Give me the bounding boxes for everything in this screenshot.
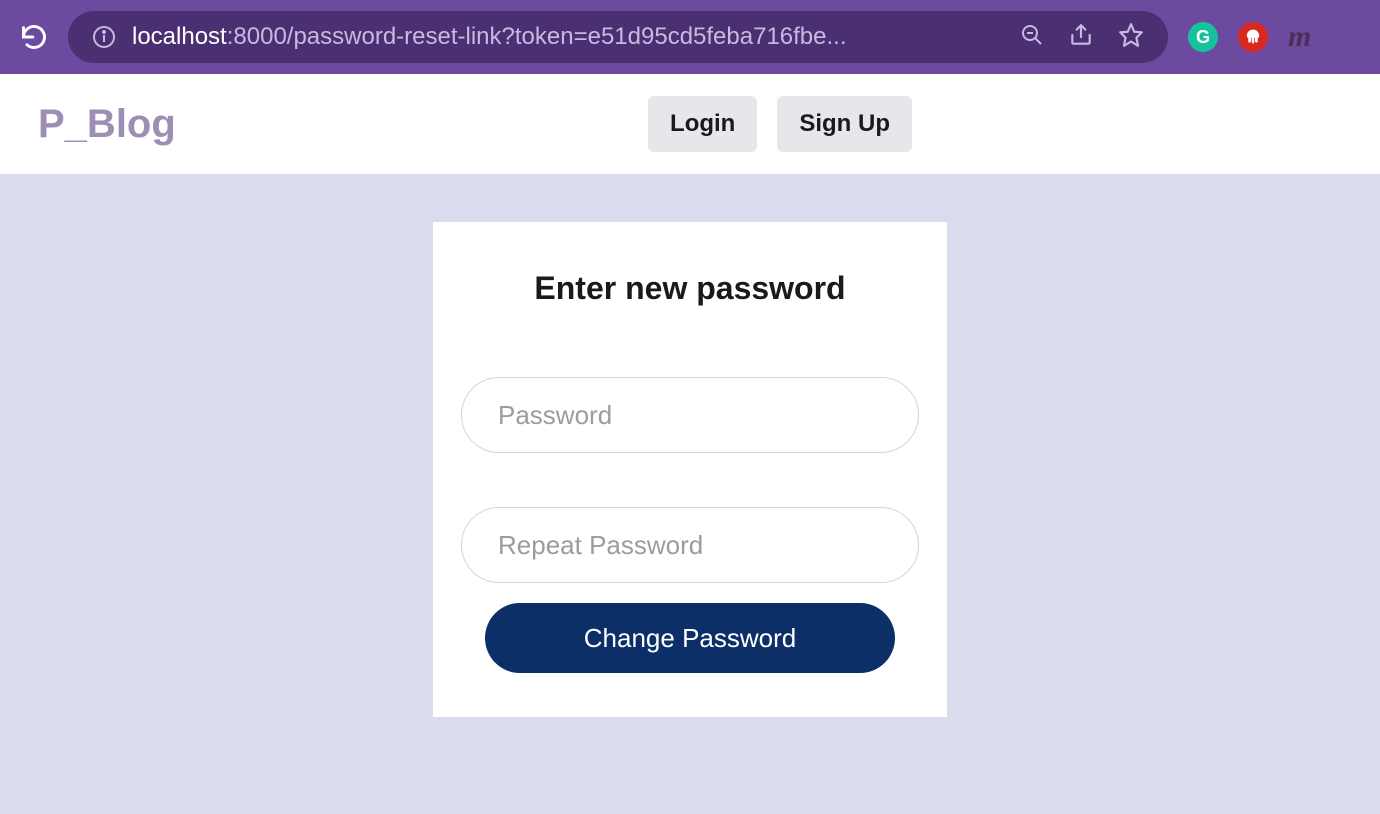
site-logo[interactable]: P_Blog	[38, 102, 176, 147]
main-content: Enter new password Change Password	[0, 174, 1380, 814]
bookmark-star-icon[interactable]	[1118, 22, 1144, 53]
share-icon[interactable]	[1068, 22, 1094, 53]
extension-icons: G m	[1188, 20, 1311, 54]
url-path: :8000/password-reset-link?token=e51d95cd…	[227, 23, 847, 50]
reload-icon[interactable]	[20, 23, 48, 51]
reset-password-card: Enter new password Change Password	[433, 222, 947, 717]
password-input[interactable]	[461, 377, 919, 453]
url-host: localhost	[132, 23, 227, 50]
url-text: localhost:8000/password-reset-link?token…	[132, 23, 1004, 51]
address-bar[interactable]: localhost:8000/password-reset-link?token…	[68, 11, 1168, 63]
search-icon[interactable]	[1020, 23, 1044, 52]
repeat-password-input[interactable]	[461, 507, 919, 583]
browser-toolbar: localhost:8000/password-reset-link?token…	[0, 0, 1380, 74]
address-bar-icons	[1020, 22, 1144, 53]
card-title: Enter new password	[461, 270, 919, 307]
ext-m-icon[interactable]: m	[1288, 20, 1311, 54]
nav-buttons: Login Sign Up	[648, 96, 912, 152]
adblock-ext-icon[interactable]	[1238, 22, 1268, 52]
change-password-button[interactable]: Change Password	[485, 603, 895, 673]
grammarly-ext-icon[interactable]: G	[1188, 22, 1218, 52]
signup-button[interactable]: Sign Up	[777, 96, 912, 152]
login-button[interactable]: Login	[648, 96, 757, 152]
site-header: P_Blog Login Sign Up	[0, 74, 1380, 174]
info-icon[interactable]	[92, 25, 116, 49]
